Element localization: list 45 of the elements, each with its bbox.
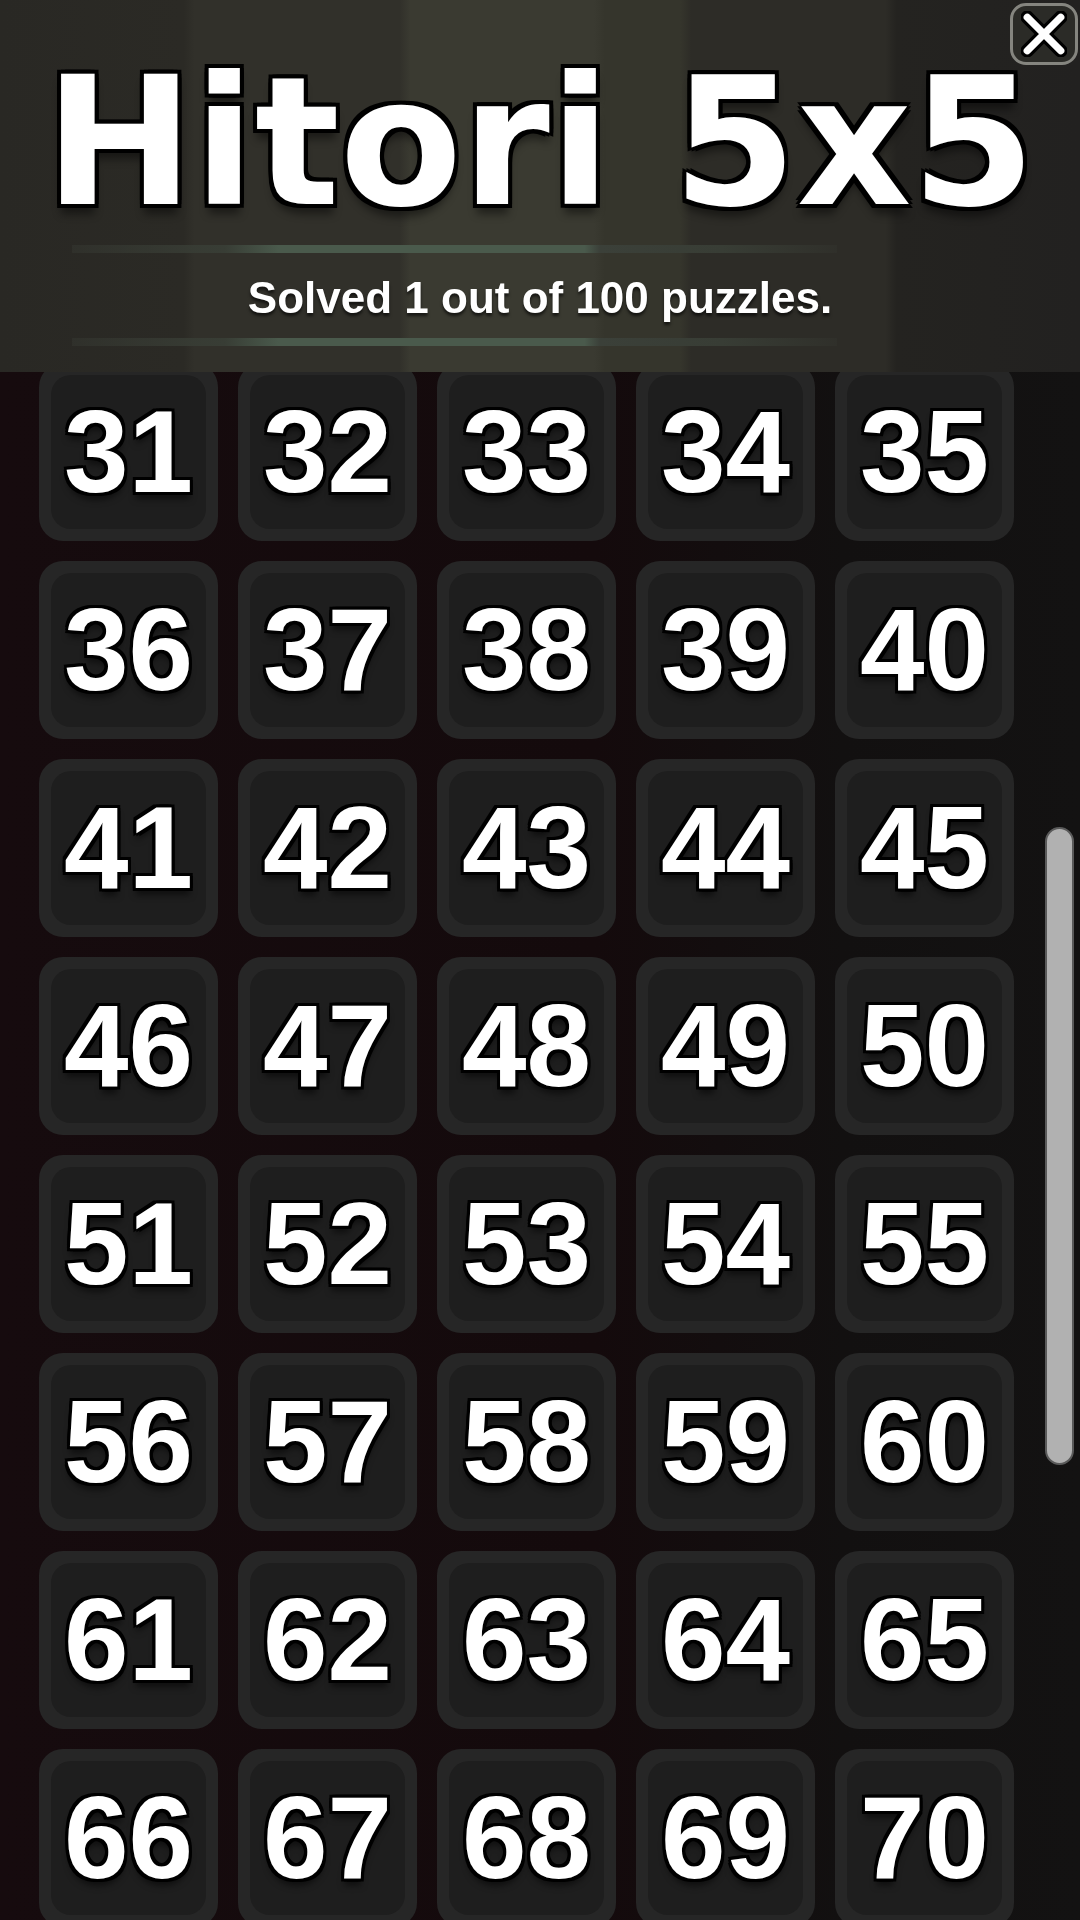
puzzle-tile[interactable]: 61 [39,1551,218,1729]
progress-text: Solved 1 out of 100 puzzles. [247,276,833,320]
puzzle-tile[interactable]: 37 [238,561,417,739]
puzzle-tile[interactable]: 35 [835,372,1014,541]
puzzle-tile[interactable]: 56 [39,1353,218,1531]
page-title: Hitori 5x5 [44,54,1036,232]
puzzle-tile[interactable]: 51 [39,1155,218,1333]
puzzle-tile[interactable]: 49 [636,957,815,1135]
puzzle-tile[interactable]: 50 [835,957,1014,1135]
puzzle-tile[interactable]: 59 [636,1353,815,1531]
puzzle-tile[interactable]: 67 [238,1749,417,1920]
puzzle-tile[interactable]: 44 [636,759,815,937]
puzzle-tile[interactable]: 55 [835,1155,1014,1333]
puzzle-tile[interactable]: 38 [437,561,616,739]
puzzle-tile[interactable]: 31 [39,372,218,541]
puzzle-tile[interactable]: 57 [238,1353,417,1531]
puzzle-tile[interactable]: 63 [437,1551,616,1729]
puzzle-tile[interactable]: 33 [437,372,616,541]
puzzle-tile[interactable]: 48 [437,957,616,1135]
puzzle-tile[interactable]: 58 [437,1353,616,1531]
puzzle-tile[interactable]: 52 [238,1155,417,1333]
puzzle-tile[interactable]: 65 [835,1551,1014,1729]
puzzle-tile[interactable]: 53 [437,1155,616,1333]
puzzle-tile[interactable]: 45 [835,759,1014,937]
puzzle-tile[interactable]: 69 [636,1749,815,1920]
puzzle-tile[interactable]: 66 [39,1749,218,1920]
puzzle-tile[interactable]: 43 [437,759,616,937]
puzzle-tile[interactable]: 41 [39,759,218,937]
puzzle-tile[interactable]: 40 [835,561,1014,739]
puzzle-tile[interactable]: 42 [238,759,417,937]
puzzle-tile[interactable]: 70 [835,1749,1014,1920]
puzzle-tile[interactable]: 34 [636,372,815,541]
scrollbar-thumb[interactable] [1045,827,1074,1465]
close-button[interactable] [1010,3,1078,65]
puzzle-tile[interactable]: 47 [238,957,417,1135]
puzzle-tile[interactable]: 32 [238,372,417,541]
puzzle-tile[interactable]: 46 [39,957,218,1135]
close-icon [1021,11,1067,57]
puzzle-tile[interactable]: 62 [238,1551,417,1729]
puzzle-tile[interactable]: 64 [636,1551,815,1729]
puzzle-tile[interactable]: 54 [636,1155,815,1333]
puzzle-tile[interactable]: 36 [39,561,218,739]
puzzle-tile[interactable]: 60 [835,1353,1014,1531]
puzzle-tile[interactable]: 68 [437,1749,616,1920]
puzzle-tile[interactable]: 39 [636,561,815,739]
